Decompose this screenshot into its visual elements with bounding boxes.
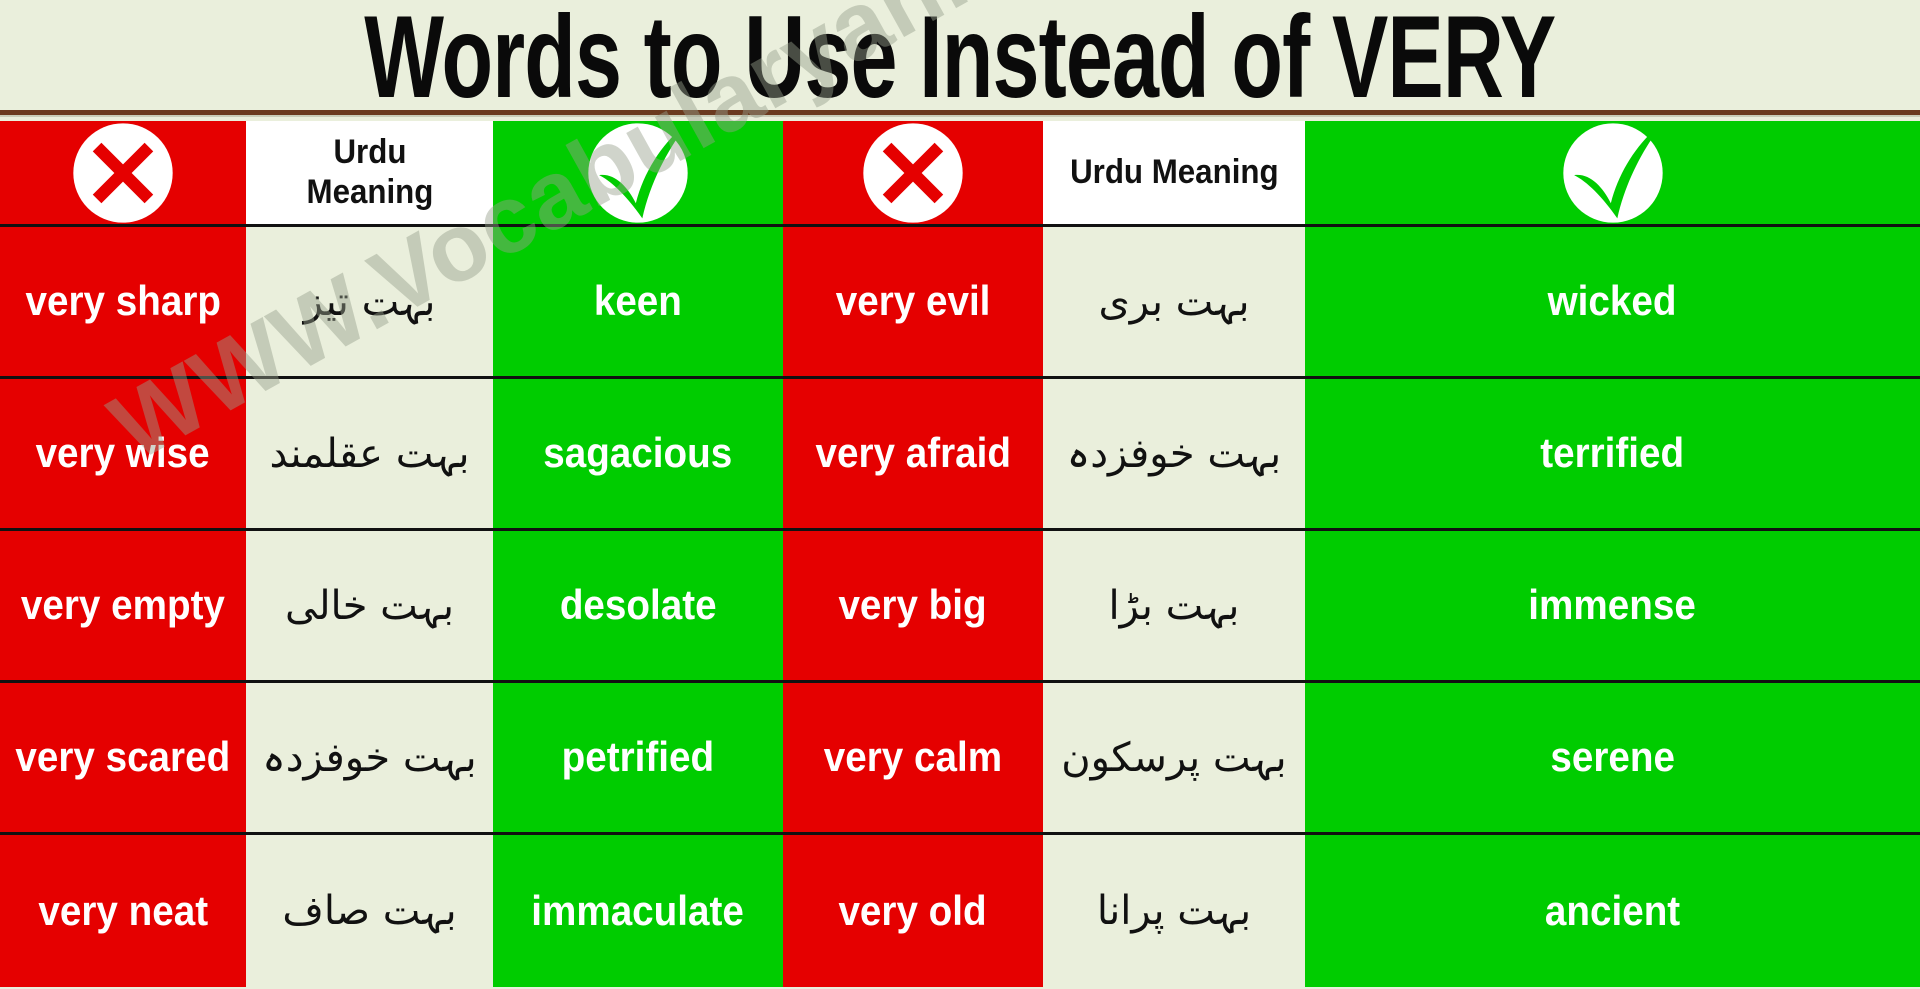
header-urdu-group2: Urdu Meaning [1043,121,1305,224]
avoid-phrase-text: very afraid [815,429,1011,477]
cell-avoid-phrase: very calm [783,683,1043,832]
cell-urdu-meaning: بہت خوفزدہ [1043,379,1305,528]
cell-avoid-phrase: very evil [783,227,1043,376]
infographic-page: Words to Use Instead of VERY WWW.Vocabul… [0,0,1920,989]
cell-use-word: terrified [1305,379,1920,528]
cell-use-word: serene [1305,683,1920,832]
title-band: Words to Use Instead of VERY [0,0,1920,123]
table-header-row: Urdu Meaning Urdu Meaning [0,121,1920,227]
use-word-text: immense [1528,581,1697,629]
table-row: very scared بہت خوفزدہ petrified very ca… [0,683,1920,835]
urdu-meaning-text: بہت بری [1098,278,1250,325]
cell-use-word: keen [493,227,783,376]
cell-urdu-meaning: بہت خالی [246,531,493,680]
table-row: very neat بہت صاف immaculate very old بہ… [0,835,1920,987]
cell-urdu-meaning: بہت صاف [246,835,493,987]
cell-urdu-meaning: بہت پرانا [1043,835,1305,987]
urdu-meaning-text: بہت خوفزدہ [1066,430,1282,477]
urdu-meaning-text: بہت پرانا [1096,888,1252,934]
header-urdu-group1: Urdu Meaning [246,121,493,224]
use-word-text: terrified [1540,429,1685,477]
use-word-text: petrified [561,733,715,781]
cell-urdu-meaning: بہت پرسکون [1043,683,1305,832]
cell-avoid-phrase: very sharp [0,227,246,376]
cell-avoid-phrase: very neat [0,835,246,987]
header-urdu-line2: Meaning [306,172,433,211]
avoid-phrase-text: very evil [835,277,991,325]
table-row: very wise بہت عقلمند sagacious very afra… [0,379,1920,531]
table-row: very empty بہت خالی desolate very big بہ… [0,531,1920,683]
urdu-meaning-text: بہت پرسکون [1061,734,1287,781]
cell-use-word: wicked [1305,227,1920,376]
avoid-phrase-text: very calm [823,733,1003,781]
cell-urdu-meaning: بہت بڑا [1043,531,1305,680]
cell-avoid-phrase: very afraid [783,379,1043,528]
cell-use-word: immense [1305,531,1920,680]
cell-use-word: desolate [493,531,783,680]
use-word-text: desolate [559,581,717,629]
vocabulary-table: Urdu Meaning Urdu Meaning very sharp بہت… [0,121,1920,989]
cell-avoid-phrase: very scared [0,683,246,832]
avoid-phrase-text: very scared [15,733,231,781]
use-word-text: sagacious [543,429,733,477]
cell-use-word: immaculate [493,835,783,987]
cell-avoid-phrase: very old [783,835,1043,987]
urdu-meaning-text: بہت خالی [284,582,454,629]
cell-urdu-meaning: بہت خوفزدہ [246,683,493,832]
header-avoid-group1 [0,121,246,224]
green-check-icon [584,121,692,224]
cell-urdu-meaning: بہت عقلمند [246,379,493,528]
header-urdu-label-group2: Urdu Meaning [1069,152,1279,191]
urdu-meaning-text: بہت بڑا [1108,582,1240,629]
avoid-phrase-text: very empty [20,581,226,629]
cell-urdu-meaning: بہت تیز [246,227,493,376]
use-word-text: wicked [1548,277,1677,325]
use-word-text: serene [1550,733,1675,781]
page-title: Words to Use Instead of VERY [364,0,1556,123]
cell-use-word: petrified [493,683,783,832]
urdu-meaning-text: بہت عقلمند [269,430,470,477]
green-check-icon [1559,121,1667,224]
header-avoid-group2 [783,121,1043,224]
cell-avoid-phrase: very wise [0,379,246,528]
avoid-phrase-text: very wise [35,429,211,477]
urdu-meaning-text: بہت خوفزدہ [262,734,477,781]
red-cross-icon [859,121,967,224]
table-row: very sharp بہت تیز keen very evil بہت بر… [0,227,1920,379]
header-use-group1 [493,121,783,224]
urdu-meaning-text: بہت صاف [282,888,457,934]
avoid-phrase-text: very big [838,581,988,629]
red-cross-icon [69,121,177,224]
title-divider-secondary [0,115,1920,117]
urdu-meaning-text: بہت تیز [303,278,436,325]
header-use-group2 [1305,121,1920,224]
header-urdu-line1: Urdu [333,133,406,172]
cell-avoid-phrase: very empty [0,531,246,680]
use-word-text: ancient [1544,886,1681,934]
cell-avoid-phrase: very big [783,531,1043,680]
avoid-phrase-text: very sharp [25,277,221,325]
cell-urdu-meaning: بہت بری [1043,227,1305,376]
use-word-text: keen [593,277,683,325]
cell-use-word: ancient [1305,835,1920,987]
use-word-text: immaculate [531,886,745,934]
avoid-phrase-text: very old [838,886,988,934]
cell-use-word: sagacious [493,379,783,528]
avoid-phrase-text: very neat [38,886,208,934]
